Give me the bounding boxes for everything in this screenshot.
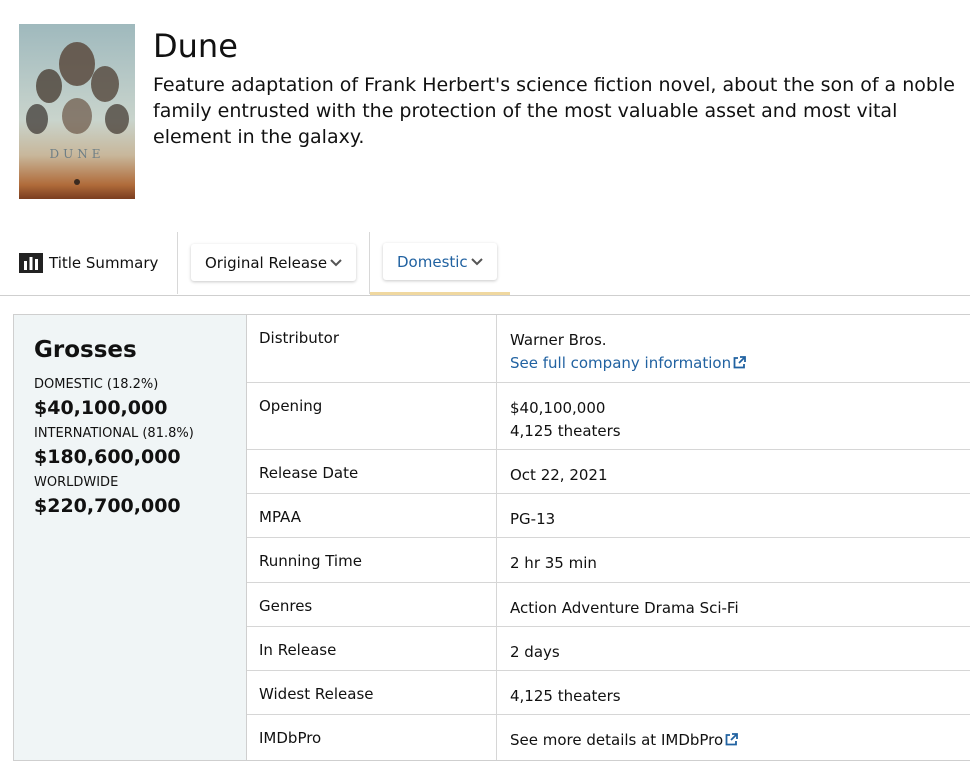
external-link-icon: [725, 733, 739, 746]
chevron-down-icon: [330, 258, 342, 266]
detail-label: In Release: [259, 641, 337, 659]
in-release-value: 2 days: [510, 643, 560, 661]
svg-text:DUNE: DUNE: [50, 147, 105, 161]
detail-row-distributor: Distributor Warner Bros. See full compan…: [247, 315, 970, 383]
domestic-gross: $40,100,000: [34, 397, 168, 419]
company-info-link[interactable]: See full company information: [510, 352, 747, 375]
page-title: Dune: [153, 27, 238, 65]
movie-poster[interactable]: DUNE: [19, 24, 135, 199]
international-label: INTERNATIONAL (81.8%): [34, 426, 194, 441]
detail-label: Widest Release: [259, 685, 374, 703]
opening-gross: $40,100,000: [510, 399, 606, 417]
worldwide-gross: $220,700,000: [34, 495, 181, 517]
detail-label: MPAA: [259, 508, 301, 526]
grosses-panel: Grosses DOMESTIC (18.2%) $40,100,000 INT…: [14, 315, 247, 760]
detail-label: Opening: [259, 397, 323, 415]
chevron-down-icon: [471, 257, 483, 265]
genres-value: Action Adventure Drama Sci-Fi: [510, 599, 739, 617]
mpaa-rating: PG-13: [510, 510, 556, 528]
detail-label: IMDbPro: [259, 729, 322, 747]
external-link-icon: [733, 356, 747, 369]
detail-row-in-release: In Release 2 days: [247, 627, 970, 671]
detail-row-genres: Genres Action Adventure Drama Sci-Fi: [247, 583, 970, 627]
detail-row-imdbpro: IMDbPro See more details at IMDbPro: [247, 715, 970, 760]
tab-divider: [177, 232, 178, 294]
domestic-label: DOMESTIC (18.2%): [34, 377, 159, 392]
detail-label: Distributor: [259, 329, 340, 347]
region-dropdown-label: Domestic: [397, 252, 468, 271]
worldwide-label: WORLDWIDE: [34, 475, 119, 490]
detail-row-running-time: Running Time 2 hr 35 min: [247, 538, 970, 583]
detail-row-widest-release: Widest Release 4,125 theaters: [247, 671, 970, 715]
bar-chart-icon: [19, 253, 43, 273]
detail-row-release-date: Release Date Oct 22, 2021: [247, 450, 970, 494]
release-date-link[interactable]: Oct 22, 2021: [510, 464, 608, 487]
grosses-heading: Grosses: [34, 337, 137, 363]
imdbpro-link[interactable]: See more details at IMDbPro: [510, 729, 739, 752]
detail-label: Running Time: [259, 552, 362, 570]
tabs-divider: [0, 295, 970, 296]
opening-theaters: 4,125 theaters: [510, 422, 621, 440]
release-dropdown-label: Original Release: [205, 253, 328, 272]
widest-release-value: 4,125 theaters: [510, 687, 621, 705]
detail-row-opening: Opening $40,100,000 4,125 theaters: [247, 383, 970, 450]
tab-title-summary-label: Title Summary: [49, 254, 159, 272]
detail-row-mpaa: MPAA PG-13: [247, 494, 970, 538]
running-time-value: 2 hr 35 min: [510, 554, 597, 572]
release-dropdown[interactable]: Original Release: [191, 244, 356, 281]
movie-description: Feature adaptation of Frank Herbert's sc…: [153, 74, 955, 148]
detail-label: Genres: [259, 597, 313, 615]
region-dropdown[interactable]: Domestic: [383, 243, 497, 280]
detail-label: Release Date: [259, 464, 359, 482]
tab-divider: [369, 232, 370, 294]
distributor-name: Warner Bros.: [510, 331, 607, 349]
international-gross: $180,600,000: [34, 446, 181, 468]
tab-title-summary[interactable]: Title Summary: [19, 253, 158, 273]
